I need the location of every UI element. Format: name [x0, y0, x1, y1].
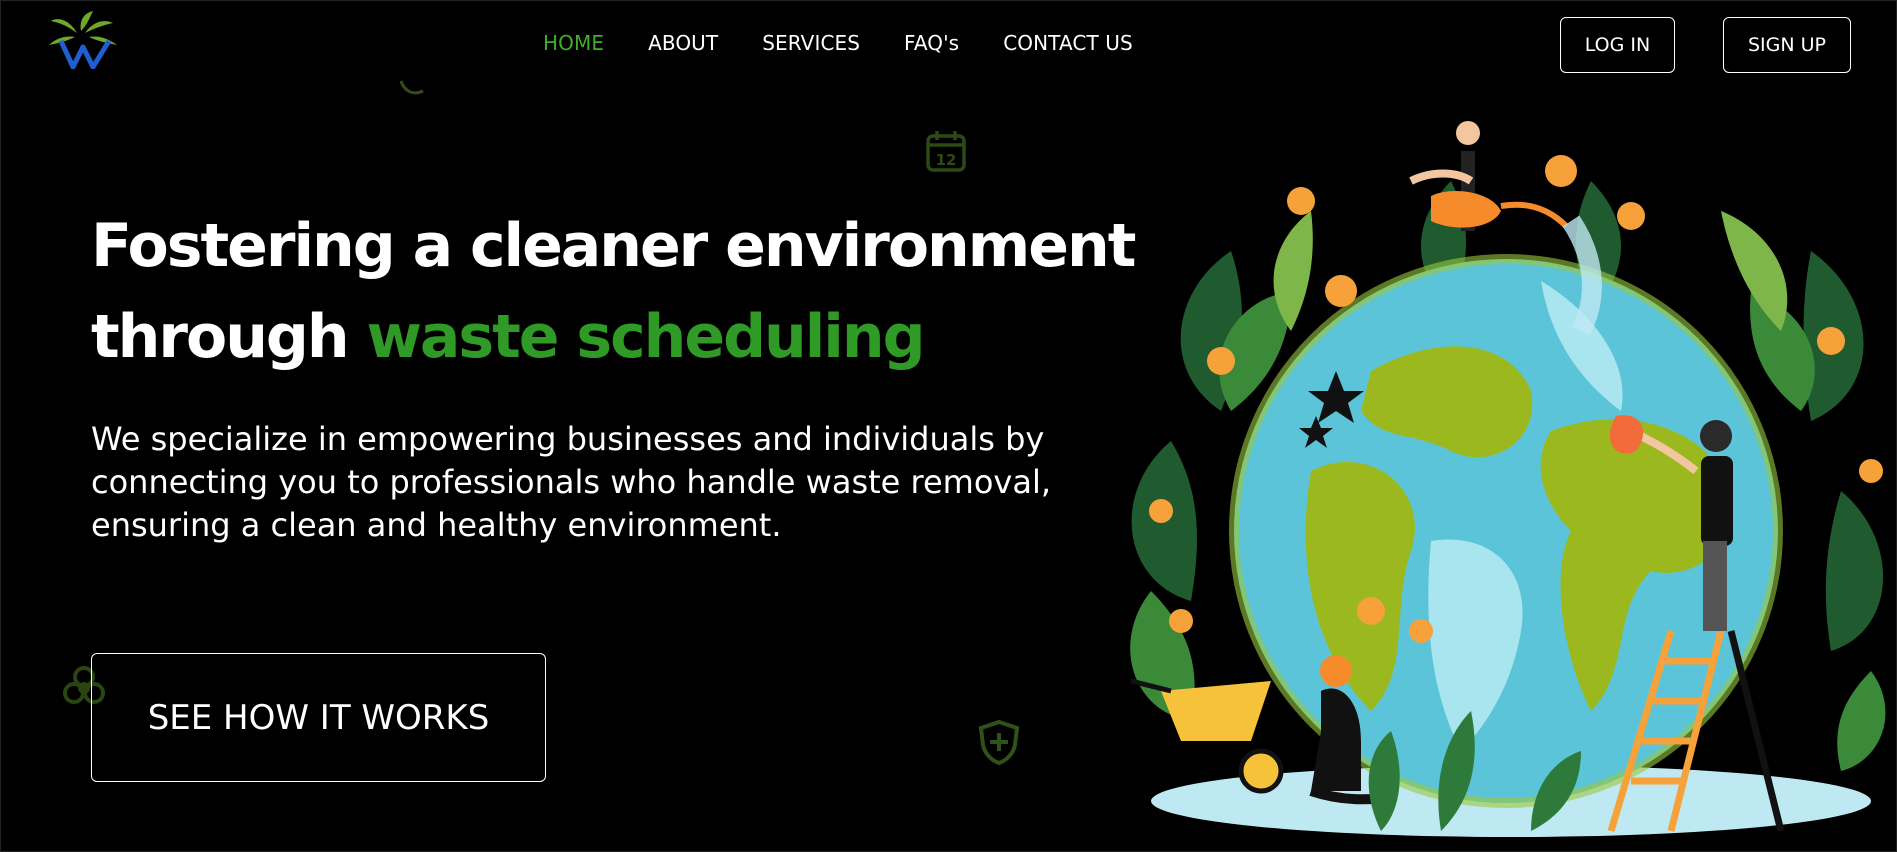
leaf-outline-icon: [399, 80, 424, 95]
headline-accent: waste scheduling: [366, 302, 925, 372]
nav-services[interactable]: SERVICES: [762, 31, 860, 55]
nav-contact-us[interactable]: CONTACT US: [1003, 31, 1133, 55]
headline-line-1: Fostering a cleaner environment: [91, 211, 1136, 281]
hero-headline: Fostering a cleaner environment through …: [91, 201, 1151, 383]
see-how-it-works-button[interactable]: SEE HOW IT WORKS: [91, 653, 546, 782]
headline-line-2: through: [91, 302, 350, 372]
earth-care-illustration: [1130, 121, 1886, 837]
login-button[interactable]: LOG IN: [1560, 17, 1675, 73]
nav-home[interactable]: HOME: [543, 31, 604, 55]
logo-icon[interactable]: [47, 11, 121, 69]
shield-plus-icon: [978, 719, 1020, 765]
calendar-icon: 12: [926, 131, 966, 172]
landing-page: HOME ABOUT SERVICES FAQ's CONTACT US LOG…: [0, 0, 1897, 852]
hero-subtext: We specialize in empowering businesses a…: [91, 420, 1052, 544]
nav-about[interactable]: ABOUT: [648, 31, 718, 55]
nav-faqs[interactable]: FAQ's: [904, 31, 959, 55]
calendar-badge: 12: [936, 151, 957, 169]
signup-button[interactable]: SIGN UP: [1723, 17, 1851, 73]
main-nav: HOME ABOUT SERVICES FAQ's CONTACT US: [543, 31, 1177, 55]
